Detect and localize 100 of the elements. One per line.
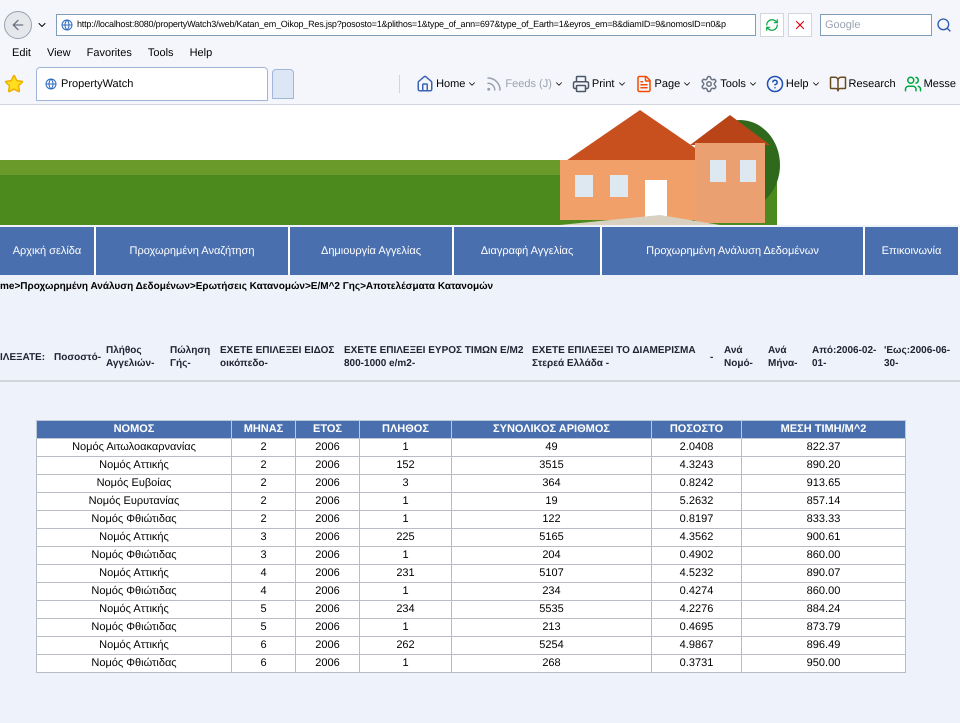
table-cell: 0.8242 [652, 474, 742, 492]
table-cell: 1 [360, 654, 452, 672]
table-cell: 4 [232, 564, 296, 582]
column-header: ΠΛΗΘΟΣ [360, 420, 452, 438]
nav-link[interactable]: Αρχική σελίδα [0, 227, 96, 275]
nav-link[interactable]: Προχωρημένη Αναζήτηση [96, 227, 290, 275]
table-cell: 122 [452, 510, 652, 528]
column-header: ΠΟΣΟΣΤΟ [652, 420, 742, 438]
table-cell: 2006 [296, 600, 360, 618]
address-text: http://localhost:8080/propertyWatch3/web/Katan_em_Oikop_Res.jsp?pososto=1&plithos=1&type_of_ann=697&type_of_Earth=1&eyros_em=8&diamID=9&nomosID=n0&p [77, 18, 726, 32]
table-cell: 204 [452, 546, 652, 564]
nav-link[interactable]: Διαγραφή Αγγελίας [454, 227, 602, 275]
table-cell: 857.14 [742, 492, 906, 510]
search-field[interactable]: Google [820, 14, 932, 36]
printer-icon[interactable] [572, 75, 590, 93]
table-cell: Νομός Φθιώτιδας [36, 546, 232, 564]
toolbar-button[interactable]: Home [436, 76, 466, 92]
toolbar-button[interactable]: Help [786, 76, 809, 92]
toolbar-button[interactable]: Page [654, 76, 680, 92]
table-cell: 5535 [452, 600, 652, 618]
refresh-icon [765, 18, 779, 32]
nav-link[interactable]: Δημιουργία Αγγελίας [290, 227, 454, 275]
back-button[interactable] [4, 11, 32, 39]
address-field[interactable]: http://localhost:8080/propertyWatch3/web/Katan_em_Oikop_Res.jsp?pososto=1&plithos=1&type_of_ann=697&type_of_Earth=1&eyros_em=8&diamID=9&nomosID=n0&p [56, 14, 756, 36]
filter-text: ΕΧΕΤΕ ΕΠΙΛΕΞΕΙ ΕΙΔΟΣ οικόπεδο- [220, 344, 336, 370]
table-cell: 4.3243 [652, 456, 742, 474]
search-icon[interactable] [936, 17, 952, 33]
table-cell: 2 [232, 510, 296, 528]
table-cell: Νομός Φθιώτιδας [36, 654, 232, 672]
table-cell: 4.9867 [652, 636, 742, 654]
table-cell: Νομός Φθιώτιδας [36, 510, 232, 528]
table-cell: 1 [360, 618, 452, 636]
filter-label: ΙΛΕΞΑΤΕ: [0, 350, 46, 364]
table-cell: 0.4902 [652, 546, 742, 564]
table-cell: 884.24 [742, 600, 906, 618]
home-icon[interactable] [416, 75, 434, 93]
column-header: ΣΥΝΟΛΙΚΟΣ ΑΡΙΘΜΟΣ [452, 420, 652, 438]
table-cell: 0.8197 [652, 510, 742, 528]
table-cell: 900.61 [742, 528, 906, 546]
toolbar-button[interactable]: Research [848, 76, 896, 92]
table-cell: 5.2632 [652, 492, 742, 510]
table-cell: 1 [360, 510, 452, 528]
table-cell: 2006 [296, 654, 360, 672]
toolbar-button[interactable]: Messe [924, 76, 956, 92]
breadcrumb: me>Προχωρημένη Ανάλυση Δεδομένων>Ερωτήσεις Κατανομών>Ε/Μ^2 Γης>Αποτελέσματα Κατανομών [0, 280, 494, 294]
settings-icon[interactable] [700, 75, 718, 93]
filter-text: Ποσοστό- [54, 350, 100, 364]
table-cell: 5 [232, 618, 296, 636]
menu-item[interactable]: View [46, 44, 71, 62]
stop-button[interactable] [788, 13, 812, 37]
table-cell: Νομός Φθιώτιδας [36, 618, 232, 636]
globe-icon [61, 19, 73, 31]
toolbar-button[interactable]: Print [592, 76, 614, 92]
table-cell: Νομός Αττικής [36, 600, 232, 618]
table-cell: 2006 [296, 492, 360, 510]
filter-text: Ανά Νομό- [724, 344, 754, 370]
table-cell: 4.2276 [652, 600, 742, 618]
page-icon[interactable] [634, 75, 652, 93]
table-cell: 890.20 [742, 456, 906, 474]
table-cell: 49 [452, 438, 652, 456]
filter-text: Πλήθος Αγγελιών- [106, 344, 156, 370]
table-cell: 4.5232 [652, 564, 742, 582]
column-header: ΜΗΝΑΣ [232, 420, 296, 438]
table-cell: 2006 [296, 564, 360, 582]
table-cell: 5107 [452, 564, 652, 582]
table-cell: 2006 [296, 510, 360, 528]
table-cell: 234 [360, 600, 452, 618]
table-cell: 1 [360, 492, 452, 510]
browser-tab[interactable]: PropertyWatch [36, 67, 268, 101]
refresh-button[interactable] [760, 13, 784, 37]
table-cell: 4 [232, 582, 296, 600]
table-cell: 225 [360, 528, 452, 546]
table-cell: 833.33 [742, 510, 906, 528]
filter-text: ΕΧΕΤΕ ΕΠΙΛΕΞΕΙ ΕΥΡΟΣ ΤΙΜΩΝ Ε/Μ2 800-1000 e/m2- [344, 344, 524, 370]
help-icon[interactable] [766, 75, 784, 93]
table-cell: 2006 [296, 618, 360, 636]
people-icon[interactable] [904, 75, 922, 93]
menu-item[interactable]: Tools [148, 44, 174, 62]
nav-link[interactable]: Επικοινωνία [865, 227, 960, 275]
menu-item[interactable]: Favorites [86, 44, 132, 62]
table-cell: 19 [452, 492, 652, 510]
table-cell: Νομός Φθιώτιδας [36, 582, 232, 600]
nav-link[interactable]: Προχωρημένη Ανάλυση Δεδομένων [602, 227, 865, 275]
toolbar-button[interactable]: Tools [720, 76, 746, 92]
table-cell: 2006 [296, 528, 360, 546]
table-cell: 6 [232, 654, 296, 672]
table-cell: 1 [360, 438, 452, 456]
menu-item[interactable]: Help [190, 44, 212, 62]
table-cell: 4.3562 [652, 528, 742, 546]
table-cell: 213 [452, 618, 652, 636]
table-cell: 1 [360, 546, 452, 564]
table-cell: 822.37 [742, 438, 906, 456]
filter-text: Από:2006-02- 01- [812, 344, 878, 370]
favorites-star-icon[interactable] [4, 74, 24, 94]
table-cell: 262 [360, 636, 452, 654]
book-icon[interactable] [828, 75, 847, 93]
table-cell: 2 [232, 492, 296, 510]
close-icon [793, 18, 807, 32]
menu-item[interactable]: Edit [12, 44, 31, 62]
filter-text: Ανά Μήνα- [768, 344, 798, 370]
